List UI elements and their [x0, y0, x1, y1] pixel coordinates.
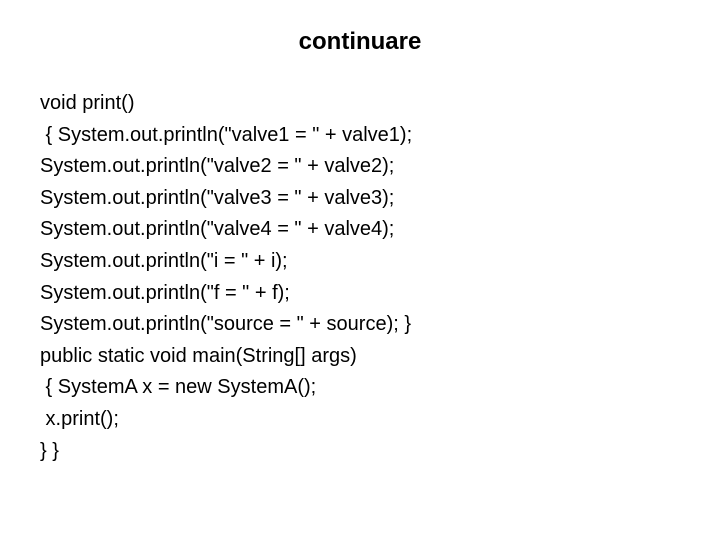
code-line: } } — [40, 436, 680, 468]
code-line: { SystemA x = new SystemA(); — [40, 372, 680, 404]
code-block: void print() { System.out.println("valve… — [40, 88, 680, 467]
code-line: x.print(); — [40, 404, 680, 436]
code-line: { System.out.println("valve1 = " + valve… — [40, 120, 680, 152]
code-line: System.out.println("valve2 = " + valve2)… — [40, 151, 680, 183]
code-line: System.out.println("f = " + f); — [40, 278, 680, 310]
code-line: System.out.println("valve4 = " + valve4)… — [40, 214, 680, 246]
code-line: System.out.println("valve3 = " + valve3)… — [40, 183, 680, 215]
code-line: System.out.println("source = " + source)… — [40, 309, 680, 341]
page-title: continuare — [40, 28, 680, 56]
code-line: System.out.println("i = " + i); — [40, 246, 680, 278]
code-line: void print() — [40, 88, 680, 120]
code-line: public static void main(String[] args) — [40, 341, 680, 373]
